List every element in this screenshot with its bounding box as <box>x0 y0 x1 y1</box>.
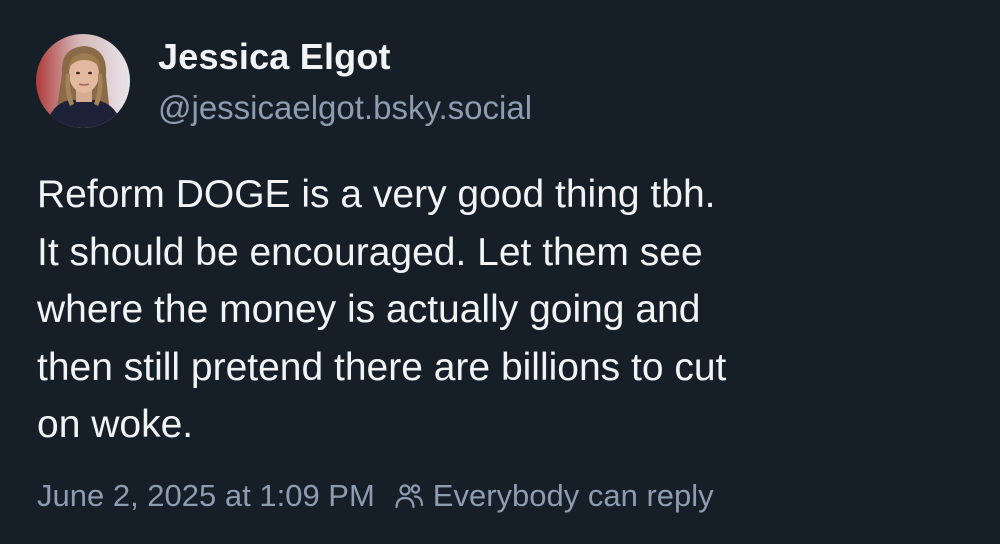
post-timestamp[interactable]: June 2, 2025 at 1:09 PM <box>37 478 375 514</box>
people-icon <box>393 480 425 512</box>
post-text-line: Reform DOGE is a very good thing tbh. <box>37 173 716 216</box>
post-text: Reform DOGE is a very good thing tbh. It… <box>37 166 957 454</box>
reply-setting-label[interactable]: Everybody can reply <box>433 478 714 514</box>
post-text-line: on woke. <box>37 403 194 446</box>
post-text-line: It should be encouraged. Let them see <box>37 230 703 274</box>
post-text-line: where the money is actually going and <box>37 288 701 331</box>
avatar[interactable] <box>36 34 130 128</box>
author-handle[interactable]: @jessicaelgot.bsky.social <box>158 89 532 127</box>
post-meta: June 2, 2025 at 1:09 PM Everybody can re… <box>37 474 714 518</box>
author-display-name[interactable]: Jessica Elgot <box>158 36 391 78</box>
post: Jessica Elgot @jessicaelgot.bsky.social … <box>0 0 1000 544</box>
post-text-line: then still pretend there are billions to… <box>37 345 727 389</box>
